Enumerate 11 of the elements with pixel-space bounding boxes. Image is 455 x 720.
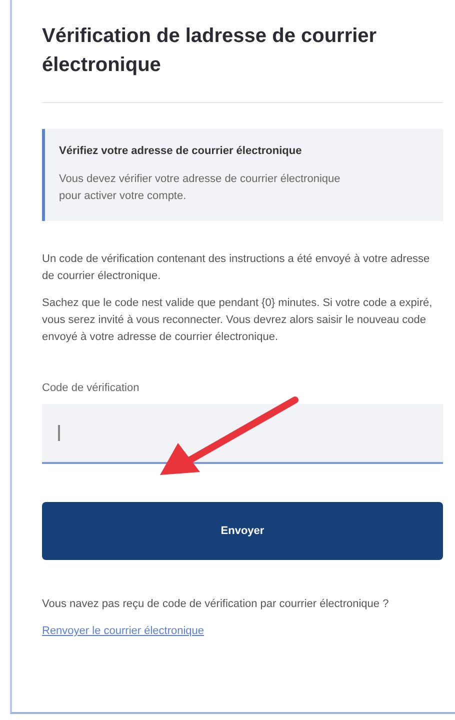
page-title: Vérification de ladresse de courrier électronique bbox=[42, 24, 378, 78]
paragraph: Vous navez pas reçu de code de vérification par courrier électronique ? bbox=[42, 597, 390, 612]
alert-title: Vérifiez votre adresse de courrier électronique bbox=[59, 145, 303, 157]
submit-button[interactable]: Envoyer bbox=[42, 502, 443, 560]
text-cursor bbox=[58, 425, 60, 441]
paragraph: Sachez que le code nest valide que pendant {0} minutes. Si votre code a expiré, vous serez invité à vous reconnecter. Vous devrez alors saisir le nouveau code envoyé à votre adresse de courrier électronique. bbox=[42, 296, 434, 345]
paragraph: Un code de vérification contenant des instructions a été envoyé à votre adresse de courrier électronique. bbox=[42, 252, 431, 284]
resend-link[interactable]: Renvoyer le courrier électronique bbox=[42, 625, 204, 637]
alert-text: Vous devez vérifier votre adresse de courrier électronique pour activer votre compte. bbox=[59, 172, 342, 204]
input-field[interactable] bbox=[42, 404, 443, 464]
field-label: Code de vérification bbox=[42, 382, 140, 394]
